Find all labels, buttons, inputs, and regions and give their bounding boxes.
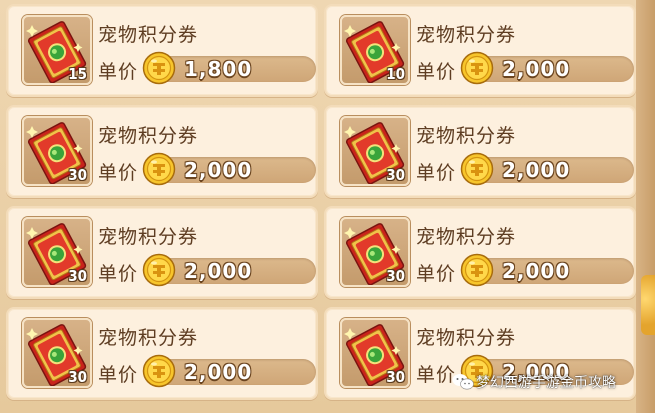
price-label: 单价 xyxy=(98,162,139,184)
shop-item-card[interactable]: 15 宠物积分券单价 1,800 xyxy=(6,4,318,97)
price-label: 单价 xyxy=(98,61,139,83)
item-count: 30 xyxy=(68,166,87,184)
item-count: 10 xyxy=(386,65,405,83)
shop-item-card[interactable]: 30 宠物积分券单价 2,000 xyxy=(324,206,636,299)
price-label: 单价 xyxy=(416,263,457,285)
item-name: 宠物积分券 xyxy=(416,327,517,349)
item-count: 30 xyxy=(68,267,87,285)
price-label: 单价 xyxy=(98,263,139,285)
shop-item-card[interactable]: 30 宠物积分券单价 2,000 xyxy=(324,105,636,198)
price-label: 单价 xyxy=(416,162,457,184)
item-name: 宠物积分券 xyxy=(98,327,199,349)
gold-coin-icon xyxy=(142,51,176,85)
item-icon-slot[interactable]: 30 xyxy=(340,217,410,287)
side-gem-decoration xyxy=(641,275,655,335)
item-icon-slot[interactable]: 30 xyxy=(340,318,410,388)
item-price: 2,000 xyxy=(502,158,571,182)
item-icon-slot[interactable]: 10 xyxy=(340,15,410,85)
gold-coin-icon xyxy=(142,152,176,186)
item-name: 宠物积分券 xyxy=(416,24,517,46)
side-scroll-strip xyxy=(636,0,655,413)
item-name: 宠物积分券 xyxy=(98,226,199,248)
item-name: 宠物积分券 xyxy=(416,226,517,248)
item-count: 30 xyxy=(386,368,405,386)
shop-item-card[interactable]: 30 宠物积分券单价 2,000 xyxy=(6,105,318,198)
watermark: 梦幻西游手游金币攻略 xyxy=(452,370,616,394)
item-count: 30 xyxy=(68,368,87,386)
item-icon-slot[interactable]: 30 xyxy=(340,116,410,186)
item-count: 15 xyxy=(68,65,87,83)
item-price: 2,000 xyxy=(184,360,253,384)
price-label: 单价 xyxy=(98,364,139,386)
item-price: 1,800 xyxy=(184,57,253,81)
gold-coin-icon xyxy=(460,253,494,287)
item-price: 2,000 xyxy=(502,259,571,283)
item-price: 2,000 xyxy=(184,158,253,182)
item-grid: 15 宠物积分券 单价 1,800 10 宠物积分券 单价 2,000 30 宠物积分券 单价 2,0… xyxy=(6,4,636,413)
item-count: 30 xyxy=(386,166,405,184)
item-icon-slot[interactable]: 30 xyxy=(22,116,92,186)
item-icon-slot[interactable]: 15 xyxy=(22,15,92,85)
gold-coin-icon xyxy=(460,152,494,186)
price-label: 单价 xyxy=(416,61,457,83)
item-icon-slot[interactable]: 30 xyxy=(22,217,92,287)
shop-item-card[interactable]: 30 宠物积分券单价 2,000 xyxy=(6,206,318,299)
gold-coin-icon xyxy=(142,354,176,388)
wechat-icon xyxy=(452,374,474,390)
item-price: 2,000 xyxy=(502,57,571,81)
item-count: 30 xyxy=(386,267,405,285)
gold-coin-icon xyxy=(142,253,176,287)
item-icon-slot[interactable]: 30 xyxy=(22,318,92,388)
item-name: 宠物积分券 xyxy=(98,24,199,46)
watermark-text: 梦幻西游手游金币攻略 xyxy=(476,375,616,391)
shop-item-card[interactable]: 30 宠物积分券单价 2,000 xyxy=(6,307,318,400)
price-label: 单价 xyxy=(416,364,457,386)
item-name: 宠物积分券 xyxy=(98,125,199,147)
gold-coin-icon xyxy=(460,51,494,85)
shop-item-card[interactable]: 10 宠物积分券单价 2,000 xyxy=(324,4,636,97)
item-price: 2,000 xyxy=(184,259,253,283)
item-name: 宠物积分券 xyxy=(416,125,517,147)
